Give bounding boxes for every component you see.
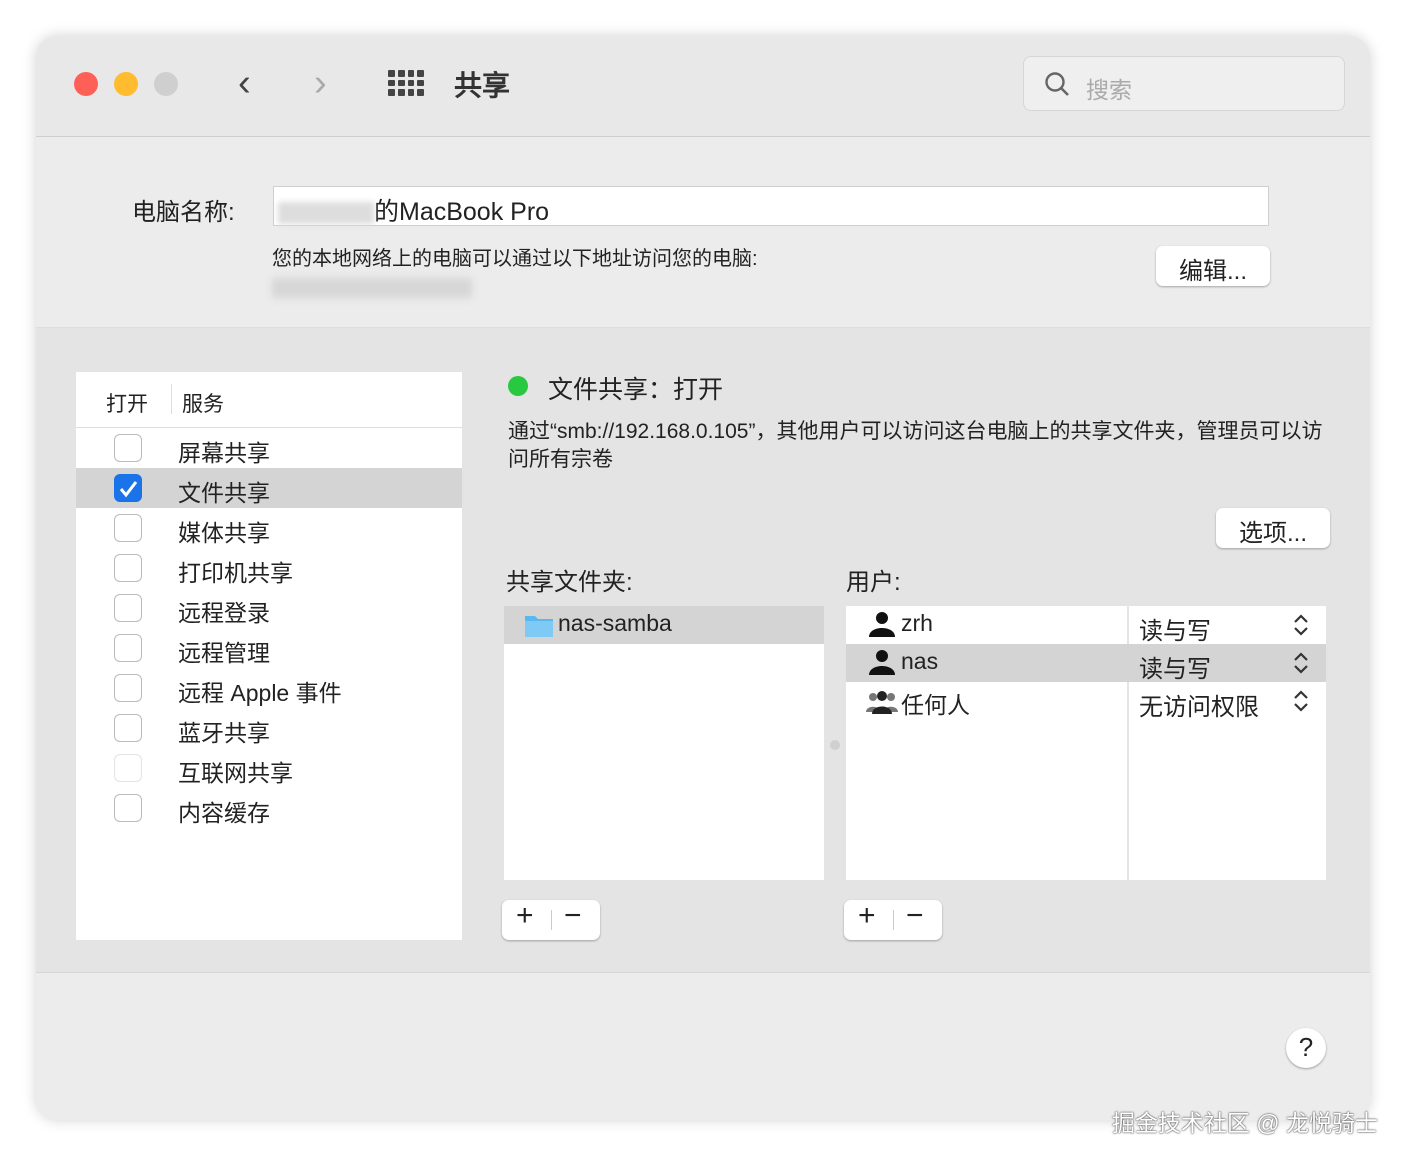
computer-name-field[interactable]: 的MacBook Pro [273, 186, 1269, 226]
users-list: zrh 读与写 nas 读与写 任何人 无访问权限 [846, 606, 1326, 880]
titlebar: ‹ › 共享 搜索 [36, 36, 1370, 137]
person-icon [869, 612, 895, 637]
status-on-icon [508, 376, 528, 396]
service-row[interactable]: 远程登录 [76, 588, 462, 628]
permission-select[interactable]: 读与写 [1129, 606, 1326, 645]
computer-name-section [36, 138, 1370, 328]
service-label: 内容缓存 [178, 800, 270, 826]
service-checkbox[interactable] [114, 674, 142, 702]
redacted-address [272, 278, 472, 298]
permission-select[interactable]: 读与写 [1129, 644, 1326, 683]
service-label: 蓝牙共享 [178, 720, 270, 746]
user-row[interactable]: zrh 读与写 [846, 606, 1326, 645]
user-add-remove: + − [844, 899, 942, 940]
remove-folder-button[interactable]: − [564, 899, 582, 933]
split-handle[interactable] [830, 740, 840, 750]
service-label: 远程登录 [178, 600, 270, 626]
folder-icon [525, 616, 553, 637]
service-row[interactable]: 蓝牙共享 [76, 708, 462, 748]
service-checkbox[interactable] [114, 754, 142, 782]
folder-add-remove: + − [502, 899, 600, 940]
sharing-window: ‹ › 共享 搜索 电脑名称: 的MacBook Pro 您的本地网络上的电脑可… [36, 36, 1370, 1120]
service-checkbox[interactable] [114, 634, 142, 662]
close-button[interactable] [74, 72, 98, 96]
chevron-updown-icon [1294, 652, 1308, 674]
add-folder-button[interactable]: + [516, 899, 534, 933]
service-row[interactable]: 文件共享 [76, 468, 462, 508]
person-icon [869, 650, 895, 675]
service-label: 远程 Apple 事件 [178, 680, 342, 706]
users-label: 用户: [846, 569, 901, 596]
service-label: 打印机共享 [178, 560, 293, 586]
chevron-updown-icon [1294, 690, 1308, 712]
computer-name-label: 电脑名称: [132, 199, 235, 226]
service-row[interactable]: 屏幕共享 [76, 428, 462, 468]
service-label: 互联网共享 [178, 760, 293, 786]
services-header: 打开 服务 [76, 372, 462, 428]
user-name: nas [901, 648, 939, 674]
user-name: 任何人 [901, 692, 970, 718]
service-checkbox[interactable] [114, 514, 142, 542]
permission-value: 读与写 [1139, 618, 1211, 645]
service-row[interactable]: 远程 Apple 事件 [76, 668, 462, 708]
service-checkbox[interactable] [114, 794, 142, 822]
options-button[interactable]: 选项... [1216, 508, 1330, 548]
sharing-description: 通过“smb://192.168.0.105”，其他用户可以访问这台电脑上的共享… [508, 420, 1323, 471]
search-placeholder: 搜索 [1086, 77, 1132, 103]
service-label: 媒体共享 [178, 520, 270, 546]
service-row[interactable]: 互联网共享 [76, 748, 462, 788]
folder-row[interactable]: nas-samba [504, 606, 824, 644]
service-row[interactable]: 远程管理 [76, 628, 462, 668]
add-user-button[interactable]: + [858, 899, 876, 933]
service-checkbox[interactable] [114, 594, 142, 622]
permission-value: 无访问权限 [1139, 694, 1259, 721]
edit-button[interactable]: 编辑... [1156, 246, 1270, 286]
watermark: 掘金技术社区 @ 龙悦骑士 [1111, 1110, 1378, 1136]
permission-select[interactable]: 无访问权限 [1129, 682, 1326, 721]
services-list: 打开 服务 屏幕共享文件共享媒体共享打印机共享远程登录远程管理远程 Apple … [76, 372, 462, 940]
col-on: 打开 [106, 393, 148, 416]
forward-button[interactable]: › [314, 62, 327, 105]
user-row[interactable]: nas 读与写 [846, 644, 1326, 683]
user-name: zrh [901, 610, 933, 636]
service-row[interactable]: 打印机共享 [76, 548, 462, 588]
col-service: 服务 [182, 393, 224, 416]
show-all-grid-icon[interactable] [388, 70, 424, 96]
service-checkbox[interactable] [114, 434, 142, 462]
service-checkbox[interactable] [114, 554, 142, 582]
service-row[interactable]: 内容缓存 [76, 788, 462, 828]
service-label: 屏幕共享 [178, 440, 270, 466]
help-button[interactable]: ? [1286, 1028, 1326, 1068]
remove-user-button[interactable]: − [906, 899, 924, 933]
folder-name: nas-samba [558, 610, 672, 636]
shared-folders-list: nas-samba [504, 606, 824, 880]
user-row[interactable]: 任何人 无访问权限 [846, 682, 1326, 721]
minimize-button[interactable] [114, 72, 138, 96]
group-icon [866, 691, 898, 714]
address-note: 您的本地网络上的电脑可以通过以下地址访问您的电脑: [272, 248, 758, 270]
computer-name-value: 的MacBook Pro [374, 198, 550, 226]
back-button[interactable]: ‹ [238, 62, 251, 105]
zoom-button[interactable] [154, 72, 178, 96]
service-row[interactable]: 媒体共享 [76, 508, 462, 548]
shared-folders-label: 共享文件夹: [506, 569, 633, 596]
search-icon [1045, 72, 1069, 96]
search-input[interactable]: 搜索 [1023, 56, 1345, 111]
service-label: 远程管理 [178, 640, 270, 666]
window-title: 共享 [454, 70, 511, 101]
redacted-name [278, 202, 374, 225]
service-checkbox[interactable] [114, 714, 142, 742]
sharing-status: 文件共享：打开 [548, 376, 724, 404]
chevron-updown-icon [1294, 614, 1308, 636]
service-label: 文件共享 [178, 480, 270, 506]
permission-value: 读与写 [1139, 656, 1211, 683]
service-checkbox[interactable] [114, 474, 142, 502]
